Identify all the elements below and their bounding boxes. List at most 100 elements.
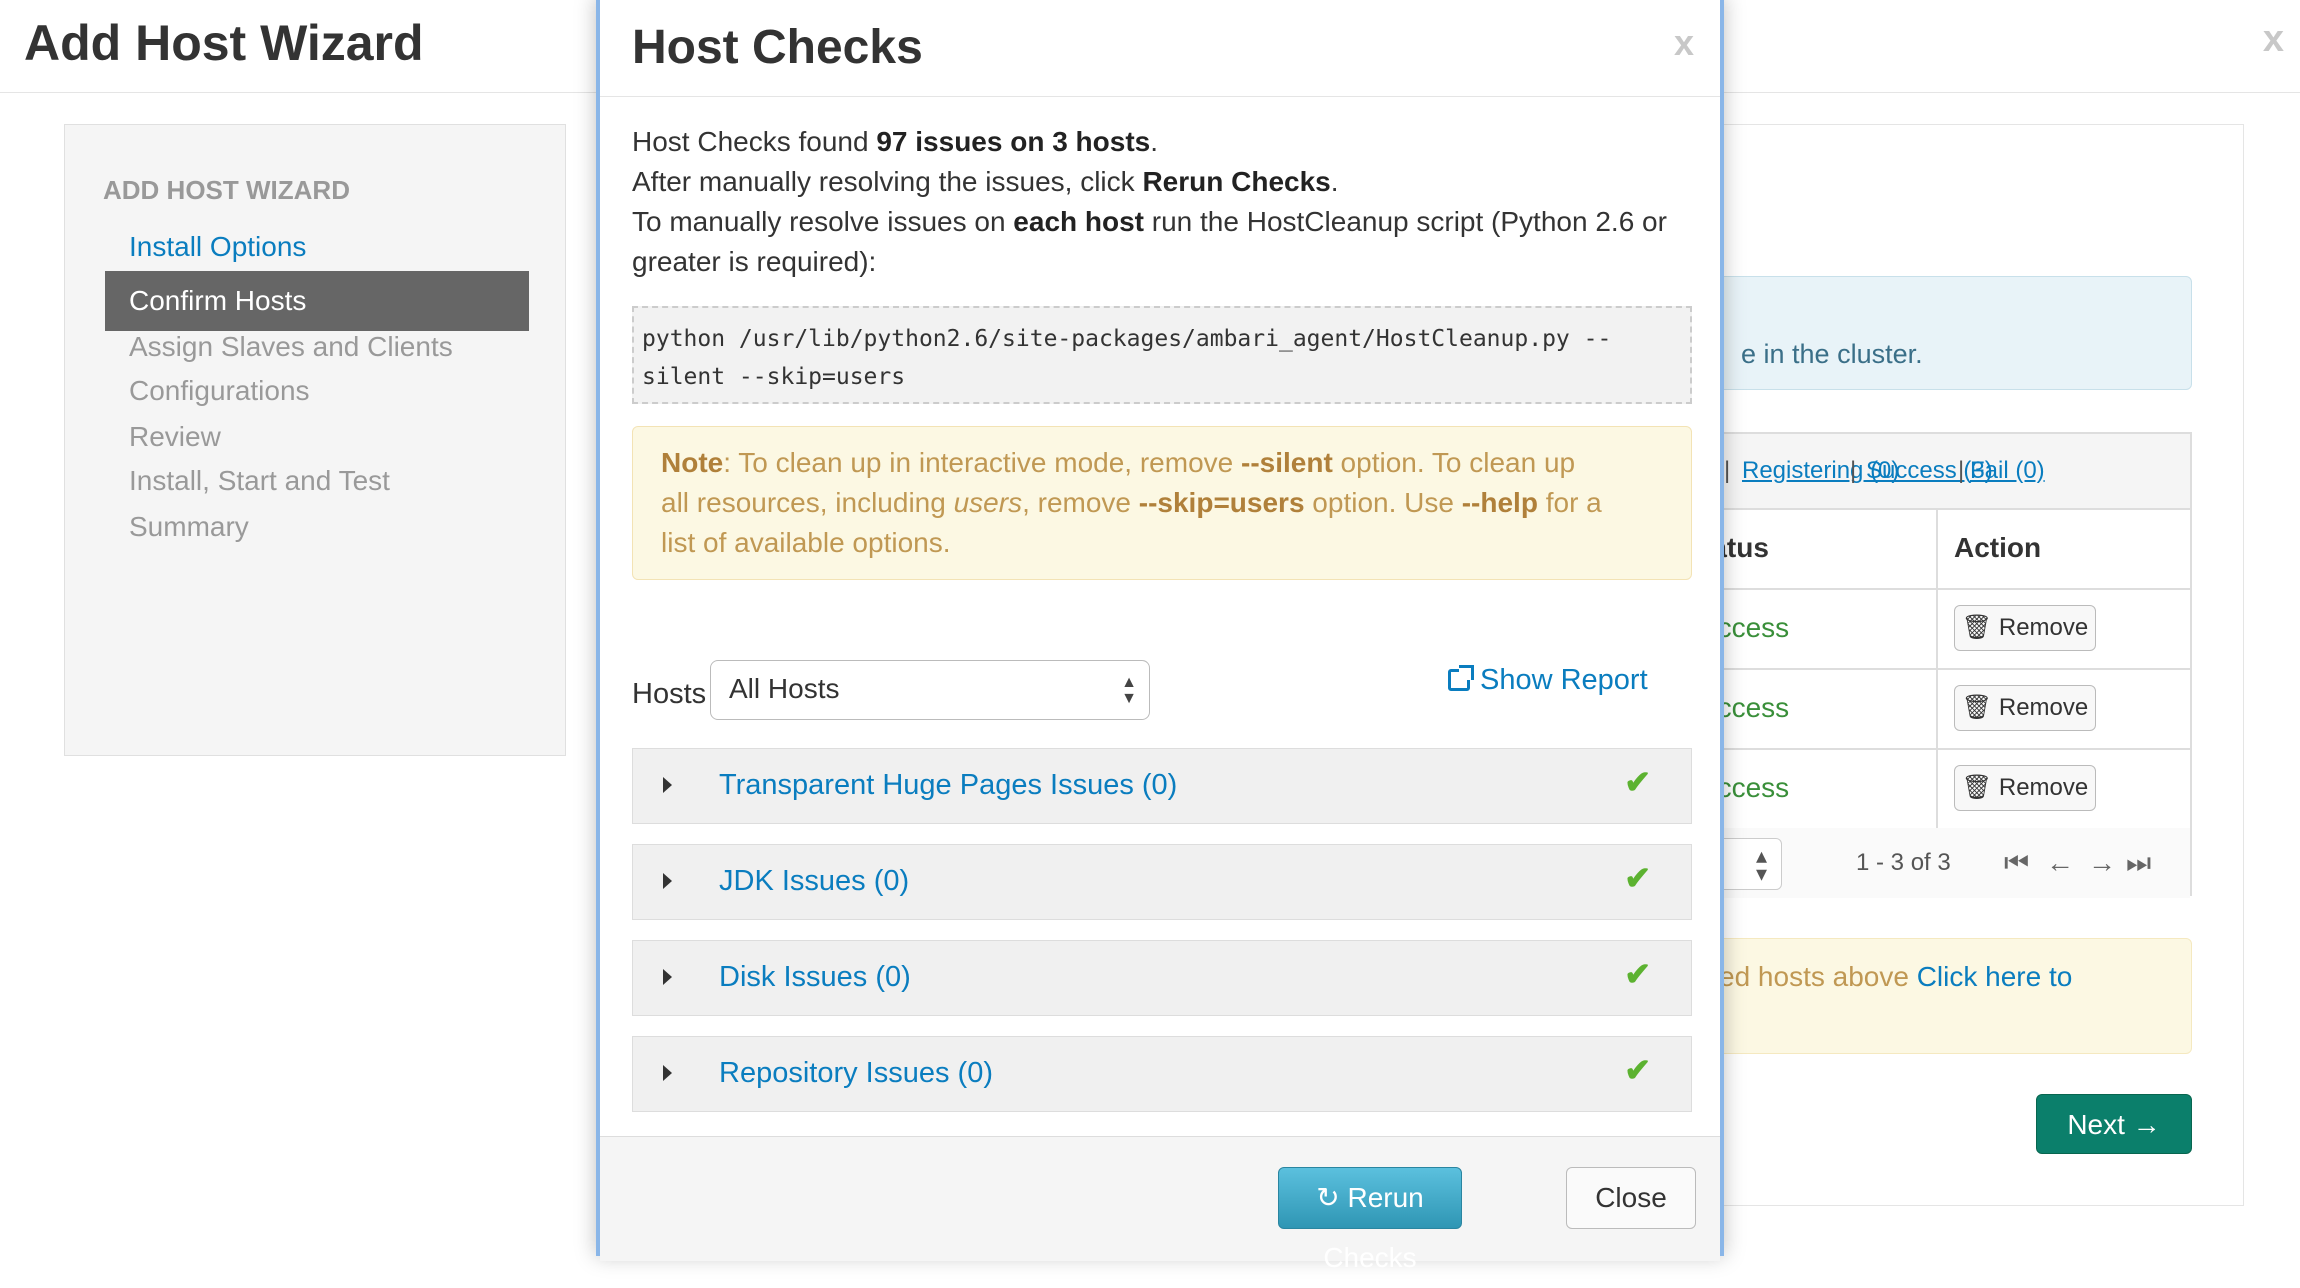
wizard-close-icon[interactable]: x: [2263, 18, 2284, 61]
remove-label: Remove: [1998, 694, 2089, 721]
summary-suffix: .: [1150, 126, 1159, 157]
nav-header: ADD HOST WIZARD: [103, 175, 350, 205]
code-line: python /usr/lib/python2.6/site-packages/…: [642, 326, 1612, 352]
cleanup-bold: each host: [1013, 206, 1144, 237]
modal-close-icon[interactable]: x: [1674, 22, 1694, 64]
remove-host-button[interactable]: 🗑 Remove: [1954, 605, 2096, 651]
hosts-select-value: All Hosts: [729, 673, 840, 704]
note-label: Note: [661, 447, 724, 478]
table-row: uccess 🗑 Remove: [1702, 588, 2190, 670]
hosts-table: ) | Registering (0) | Success (3) | Fail…: [1682, 432, 2192, 898]
note-text: all resources, including: [661, 487, 954, 518]
prev-page-icon[interactable]: ←: [2046, 828, 2074, 898]
trash-icon: 🗑: [1961, 694, 1993, 721]
nav-item-install-options[interactable]: Install Options: [105, 217, 529, 277]
click-here-link[interactable]: Click here to: [1917, 961, 2073, 992]
first-page-icon[interactable]: ⏮: [2004, 828, 2029, 898]
wizard-nav-panel: ADD HOST WIZARD Install Options Confirm …: [64, 124, 566, 756]
note-option-silent: --silent: [1241, 447, 1333, 478]
cleanup-prefix: To manually resolve issues on: [632, 206, 1014, 237]
next-button[interactable]: Next →: [2036, 1094, 2192, 1154]
table-pager: ▴ ▾ 1 - 3 of 3 ⏮ ← → ⏭: [1682, 828, 2190, 898]
modal-header: Host Checks x: [600, 0, 1720, 97]
column-header-action: Action: [1954, 532, 2042, 563]
select-arrows-icon: ▲ ▼: [1121, 674, 1137, 707]
note-option-skip: --skip=users: [1138, 487, 1305, 518]
select-arrows-icon: ▴ ▾: [1755, 843, 1767, 886]
rerun-instruction-suffix: .: [1330, 166, 1339, 197]
show-report-link[interactable]: Show Report: [1448, 664, 1648, 697]
last-page-icon[interactable]: ⏭: [2126, 828, 2151, 898]
trash-icon: 🗑: [1961, 774, 1993, 801]
cleanup-instruction: To manually resolve issues on each host …: [632, 202, 1667, 242]
filter-separator: |: [1850, 457, 1857, 484]
nav-item-summary: Summary: [129, 511, 249, 542]
issues-summary: Host Checks found 97 issues on 3 hosts.: [632, 122, 1158, 162]
rerun-checks-button[interactable]: ↻ Rerun Checks: [1278, 1167, 1462, 1273]
issue-section-thp[interactable]: Transparent Huge Pages Issues (0) ✔: [632, 748, 1692, 824]
modal-footer: ↻ Rerun Checks Close: [600, 1136, 1720, 1273]
caret-right-icon: [663, 969, 672, 985]
cleanup-suffix: run the HostCleanup script (Python 2.6 o…: [1144, 206, 1667, 237]
host-checks-modal: Host Checks x Host Checks found 97 issue…: [596, 0, 1724, 1273]
check-icon: ✔: [1624, 764, 1651, 800]
table-header-row: tatus Action: [1702, 508, 2190, 590]
filter-separator: |: [1724, 457, 1731, 484]
filter-separator: |: [1958, 457, 1965, 484]
issue-section-label[interactable]: JDK Issues (0): [719, 865, 909, 898]
issue-section-label[interactable]: Disk Issues (0): [719, 961, 911, 994]
note-text: : To clean up in interactive mode, remov…: [723, 447, 1241, 478]
remove-host-button[interactable]: 🗑 Remove: [1954, 765, 2096, 811]
rerun-instruction-bold: Rerun Checks: [1142, 166, 1331, 197]
info-alert: e in the cluster.: [1700, 276, 2192, 390]
next-page-icon[interactable]: →: [2088, 828, 2116, 898]
note-text: , remove: [1022, 487, 1139, 518]
summary-prefix: Host Checks found: [632, 126, 877, 157]
check-icon: ✔: [1624, 956, 1651, 992]
note-text: option. To clean up: [1332, 447, 1576, 478]
hosts-label: Hosts: [632, 678, 707, 710]
caret-right-icon: [663, 777, 672, 793]
remove-label: Remove: [1998, 614, 2089, 641]
table-row: uccess 🗑 Remove: [1702, 748, 2190, 830]
wizard-title: Add Host Wizard: [24, 15, 424, 71]
issue-section-jdk[interactable]: JDK Issues (0) ✔: [632, 844, 1692, 920]
check-icon: ✔: [1624, 1052, 1651, 1088]
rerun-instruction-prefix: After manually resolving the issues, cli…: [632, 166, 1143, 197]
caret-right-icon: [663, 873, 672, 889]
issue-section-disk[interactable]: Disk Issues (0) ✔: [632, 940, 1692, 1016]
info-alert-text: e in the cluster.: [1741, 339, 1923, 369]
note-alert: Note: To clean up in interactive mode, r…: [632, 426, 1692, 580]
external-link-icon: [1448, 665, 1474, 691]
issue-section-label[interactable]: Transparent Huge Pages Issues (0): [719, 769, 1177, 802]
issue-section-repository[interactable]: Repository Issues (0) ✔: [632, 1036, 1692, 1112]
cleanup-instruction-cont: greater is required):: [632, 246, 877, 277]
refresh-icon: ↻: [1316, 1182, 1340, 1213]
warning-alert: ed hosts above Click here to: [1700, 938, 2192, 1054]
issue-section-label[interactable]: Repository Issues (0): [719, 1057, 993, 1090]
note-text: option. Use: [1304, 487, 1462, 518]
rerun-instruction: After manually resolving the issues, cli…: [632, 162, 1339, 202]
note-line: all resources, including users, remove -…: [661, 483, 1663, 523]
caret-right-icon: [663, 1065, 672, 1081]
modal-title: Host Checks: [632, 21, 923, 74]
table-row: uccess 🗑 Remove: [1702, 668, 2190, 750]
check-icon: ✔: [1624, 860, 1651, 896]
note-text: for a: [1537, 487, 1602, 518]
remove-host-button[interactable]: 🗑 Remove: [1954, 685, 2096, 731]
show-report-label: Show Report: [1480, 664, 1648, 696]
warning-message: ed hosts above: [1719, 961, 1917, 992]
note-line: Note: To clean up in interactive mode, r…: [661, 443, 1663, 483]
pager-range: 1 - 3 of 3: [1856, 849, 1951, 876]
remove-label: Remove: [1998, 774, 2089, 801]
cleanup-command-code: python /usr/lib/python2.6/site-packages/…: [632, 306, 1692, 404]
hosts-select[interactable]: All Hosts ▲ ▼: [710, 660, 1150, 720]
note-line: list of available options.: [661, 527, 951, 558]
issues-count: 97 issues on 3 hosts: [876, 126, 1151, 157]
note-users: users: [953, 487, 1023, 518]
filter-fail-link[interactable]: Fail (0): [1970, 434, 2045, 508]
status-filter-bar: ) | Registering (0) | Success (3) | Fail…: [1696, 434, 2190, 510]
warning-text: ed hosts above Click here to: [1719, 961, 2072, 993]
note-option-help: --help: [1461, 487, 1538, 518]
close-button[interactable]: Close: [1566, 1167, 1696, 1229]
